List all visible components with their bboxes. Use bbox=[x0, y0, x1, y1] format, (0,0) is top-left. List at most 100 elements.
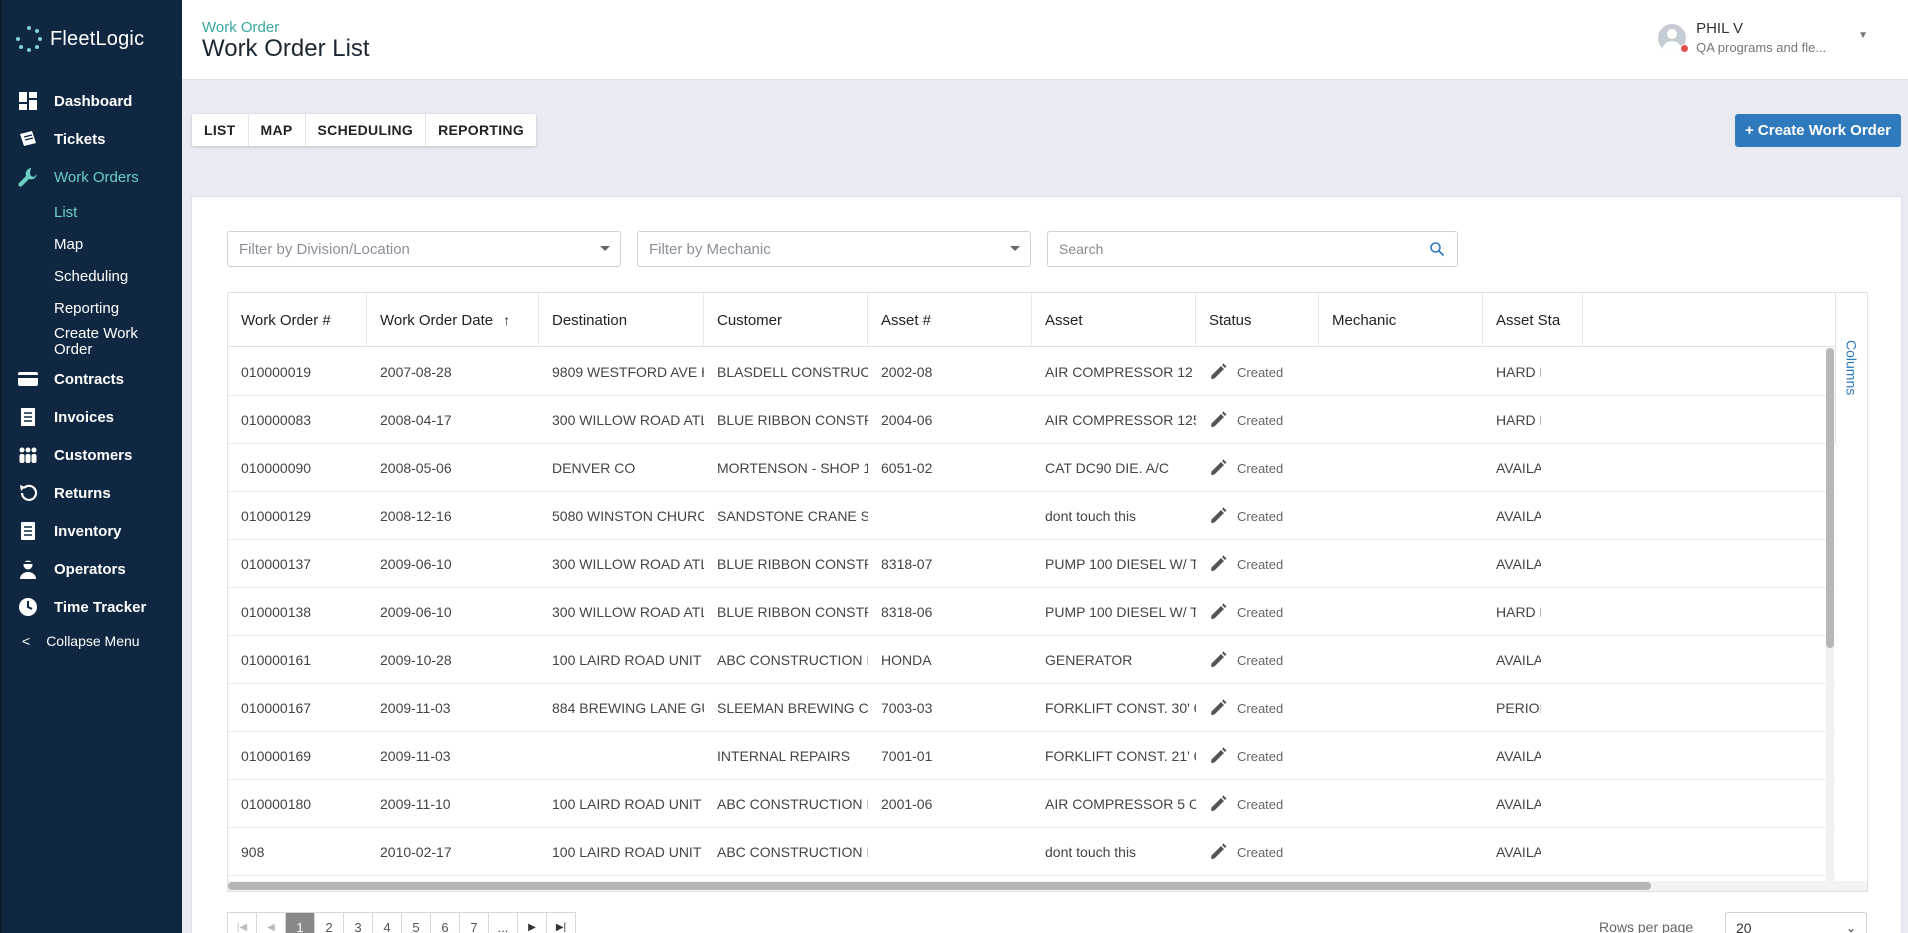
invoices-icon bbox=[16, 406, 40, 428]
page-button-2[interactable]: 2 bbox=[314, 912, 344, 933]
column-header-asset[interactable]: Asset # bbox=[868, 293, 1032, 347]
sidebar-item-contracts[interactable]: Contracts bbox=[2, 360, 182, 398]
sidebar-item-label: Dashboard bbox=[54, 92, 133, 110]
sidebar-subitem-map[interactable]: Map bbox=[54, 228, 182, 260]
table-cell-status: Created bbox=[1196, 540, 1319, 588]
rows-per-page-select[interactable]: 20 ⌄ bbox=[1725, 912, 1867, 933]
table-row[interactable]: 010000161 2009-10-28 100 LAIRD ROAD UNIT 1… bbox=[228, 636, 1836, 684]
column-header-customer[interactable]: Customer bbox=[704, 293, 868, 347]
status-text: Created bbox=[1237, 796, 1284, 812]
table-row[interactable]: 010000167 2009-11-03 884 BREWING LANE GUE.… bbox=[228, 684, 1836, 732]
table-row[interactable]: 010000090 2008-05-06 DENVER CO MORTENSON - … bbox=[228, 444, 1836, 492]
table-cell-status: Created bbox=[1196, 828, 1319, 876]
sidebar-item-tickets[interactable]: Tickets bbox=[2, 120, 182, 158]
sidebar-subitem-create-work-order[interactable]: Create Work Order bbox=[54, 324, 154, 360]
table-cell-asset: 7003-03 bbox=[881, 700, 933, 716]
vertical-scroll-thumb[interactable] bbox=[1826, 348, 1834, 648]
table-cell-mechanic bbox=[1319, 540, 1483, 588]
page-button-7[interactable]: 7 bbox=[459, 912, 489, 933]
last-page-button[interactable]: ▶| bbox=[546, 912, 576, 933]
sidebar-item-returns[interactable]: Returns bbox=[2, 474, 182, 512]
search-input[interactable]: Search bbox=[1047, 231, 1458, 267]
table-row[interactable]: 010000019 2007-08-28 9809 WESTFORD AVE HA.… bbox=[228, 348, 1836, 396]
mechanic-filter[interactable]: Filter by Mechanic bbox=[637, 231, 1031, 267]
columns-toggle[interactable]: Columns bbox=[1835, 293, 1867, 443]
column-header-mechanic[interactable]: Mechanic bbox=[1319, 293, 1483, 347]
page-button-5[interactable]: 5 bbox=[401, 912, 431, 933]
app-logo[interactable]: FleetLogic bbox=[16, 24, 144, 54]
column-header-asset[interactable]: Asset bbox=[1032, 293, 1196, 347]
column-header-work-order-date[interactable]: Work Order Date ↑ bbox=[367, 293, 539, 347]
sidebar-subitem-scheduling[interactable]: Scheduling bbox=[54, 260, 182, 292]
tab-list[interactable]: LIST bbox=[192, 114, 249, 146]
sidebar-item-inventory[interactable]: Inventory bbox=[2, 512, 182, 550]
collapse-menu-button[interactable]: < Collapse Menu bbox=[2, 626, 182, 656]
status-text: Created bbox=[1237, 460, 1284, 476]
column-header-label: Work Order # bbox=[241, 311, 331, 329]
table-cell-customer: ABC CONSTRUCTION INC bbox=[717, 844, 868, 860]
sidebar-item-customers[interactable]: Customers bbox=[2, 436, 182, 474]
edit-pencil-icon[interactable] bbox=[1209, 651, 1227, 669]
page-button-3[interactable]: 3 bbox=[343, 912, 373, 933]
chevron-down-icon[interactable]: ▼ bbox=[1858, 30, 1868, 41]
sidebar-item-time-tracker[interactable]: Time Tracker bbox=[2, 588, 182, 626]
search-icon[interactable] bbox=[1429, 241, 1445, 257]
sidebar-subitem-reporting[interactable]: Reporting bbox=[54, 292, 182, 324]
edit-pencil-icon[interactable] bbox=[1209, 411, 1227, 429]
table-cell-mechanic bbox=[1319, 780, 1483, 828]
tab-scheduling[interactable]: SCHEDULING bbox=[306, 114, 427, 146]
tab-map[interactable]: MAP bbox=[249, 114, 306, 146]
table-row[interactable]: 010000169 2009-11-03 INTERNAL REPAIRS 7001-… bbox=[228, 732, 1836, 780]
edit-pencil-icon[interactable] bbox=[1209, 507, 1227, 525]
table-cell-asset bbox=[868, 828, 1032, 876]
edit-pencil-icon[interactable] bbox=[1209, 555, 1227, 573]
table-row[interactable]: 908 2010-02-17 100 LAIRD ROAD UNIT 1... ABC… bbox=[228, 828, 1836, 876]
table-cell-asset bbox=[868, 492, 1032, 540]
column-header-work-order[interactable]: Work Order # bbox=[228, 293, 367, 347]
edit-pencil-icon[interactable] bbox=[1209, 603, 1227, 621]
page-button-ellipsis[interactable]: ... bbox=[488, 912, 518, 933]
breadcrumb[interactable]: Work Order bbox=[202, 19, 279, 36]
sidebar-item-invoices[interactable]: Invoices bbox=[2, 398, 182, 436]
table-row[interactable]: 010000129 2008-12-16 5080 WINSTON CHURCH..… bbox=[228, 492, 1836, 540]
page-button-1[interactable]: 1 bbox=[285, 912, 315, 933]
column-header-destination[interactable]: Destination bbox=[539, 293, 704, 347]
next-page-button[interactable]: ▶ bbox=[517, 912, 547, 933]
tab-reporting[interactable]: REPORTING bbox=[426, 114, 536, 146]
edit-pencil-icon[interactable] bbox=[1209, 363, 1227, 381]
user-menu[interactable]: PHIL V QA programs and fle... ▼ bbox=[1658, 20, 1868, 55]
first-page-button[interactable]: |◀ bbox=[227, 912, 257, 933]
edit-pencil-icon[interactable] bbox=[1209, 843, 1227, 861]
page-button-6[interactable]: 6 bbox=[430, 912, 460, 933]
prev-page-button[interactable]: ◀ bbox=[256, 912, 286, 933]
sidebar-item-operators[interactable]: Operators bbox=[2, 550, 182, 588]
horizontal-scrollbar[interactable] bbox=[228, 881, 1867, 891]
inventory-icon bbox=[16, 520, 40, 542]
collapse-menu-label: Collapse Menu bbox=[46, 633, 140, 649]
table-row[interactable]: 010000138 2009-06-10 300 WILLOW ROAD ATLA.… bbox=[228, 588, 1836, 636]
edit-pencil-icon[interactable] bbox=[1209, 795, 1227, 813]
division-filter[interactable]: Filter by Division/Location bbox=[227, 231, 621, 267]
table-cell-status: Created bbox=[1196, 780, 1319, 828]
edit-pencil-icon[interactable] bbox=[1209, 459, 1227, 477]
sidebar-item-label: Returns bbox=[54, 484, 111, 502]
table-cell-destination: 100 LAIRD ROAD UNIT 1... bbox=[552, 796, 704, 812]
table-row[interactable]: 010000180 2009-11-10 100 LAIRD ROAD UNIT 1… bbox=[228, 780, 1836, 828]
sidebar-subitem-list[interactable]: List bbox=[54, 196, 182, 228]
edit-pencil-icon[interactable] bbox=[1209, 699, 1227, 717]
table-cell-mechanic bbox=[1319, 732, 1483, 780]
table-cell-asset: PUMP 100 DIESEL W/ TR... bbox=[1045, 556, 1196, 572]
table-cell-asset-sta: HARD DO bbox=[1496, 604, 1541, 620]
table-row[interactable]: 010000083 2008-04-17 300 WILLOW ROAD ATLA.… bbox=[228, 396, 1836, 444]
column-header-status[interactable]: Status bbox=[1196, 293, 1319, 347]
vertical-scrollbar[interactable] bbox=[1826, 348, 1834, 888]
edit-pencil-icon[interactable] bbox=[1209, 747, 1227, 765]
table-row[interactable]: 010000137 2009-06-10 300 WILLOW ROAD ATLA.… bbox=[228, 540, 1836, 588]
column-header-asset-sta[interactable]: Asset Sta bbox=[1483, 293, 1583, 347]
sidebar-item-work-orders[interactable]: Work Orders bbox=[2, 158, 182, 196]
sidebar-item-label: Invoices bbox=[54, 408, 115, 426]
horizontal-scroll-thumb[interactable] bbox=[228, 882, 1651, 890]
sidebar-item-dashboard[interactable]: Dashboard bbox=[2, 82, 182, 120]
page-button-4[interactable]: 4 bbox=[372, 912, 402, 933]
create-work-order-button[interactable]: + Create Work Order bbox=[1735, 114, 1901, 147]
